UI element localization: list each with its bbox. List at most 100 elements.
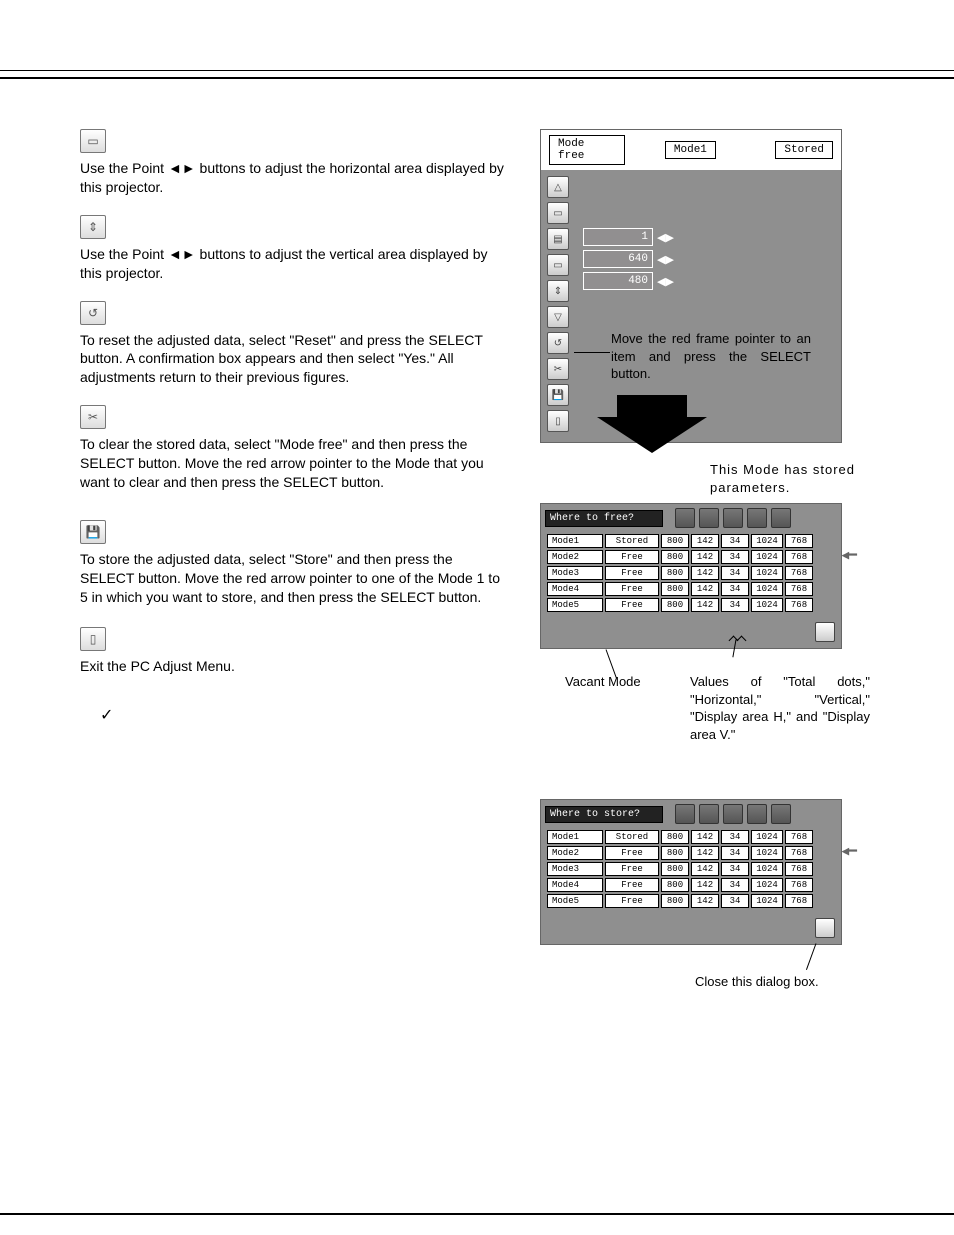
display-area-h-text: Use the Point ◄► buttons to adjust the h… <box>80 159 510 197</box>
panel-instruction-text: Move the red frame pointer to an item an… <box>611 330 811 383</box>
tab-mode-free[interactable]: Mode free <box>549 135 625 165</box>
mode-value: 1024 <box>751 830 783 844</box>
mode-value: 142 <box>691 878 719 892</box>
mode-value: 800 <box>661 582 689 596</box>
mode-name: Mode1 <box>547 830 603 844</box>
modes-table-store: Mode1Stored800142341024768Mode2Free80014… <box>545 828 815 910</box>
col-icon-s4 <box>747 804 767 824</box>
store-section: 💾 To store the adjusted data, select "St… <box>80 520 510 607</box>
vertical-icon[interactable]: ⇕ <box>547 280 569 302</box>
table-row[interactable]: Mode5Free800142341024768 <box>547 598 813 612</box>
right-column: Mode free Mode1 Stored △ ▭ ▤ ▭ ⇕ ▽ ↺ <box>540 129 910 1005</box>
mode-value: 800 <box>661 894 689 908</box>
col-icon-s1 <box>675 804 695 824</box>
mode-free-menu-icon[interactable]: ✂ <box>547 358 569 380</box>
mode-value: 800 <box>661 598 689 612</box>
mode-value: 1024 <box>751 566 783 580</box>
close-icon-store[interactable] <box>815 918 835 938</box>
mode-name: Mode4 <box>547 582 603 596</box>
left-column: ▭ Use the Point ◄► buttons to adjust the… <box>80 129 540 725</box>
mode-status: Free <box>605 598 659 612</box>
mode-value: 800 <box>661 830 689 844</box>
h-area-icon[interactable]: ▭ <box>547 202 569 224</box>
mode-value: 34 <box>721 830 749 844</box>
value-box-3: 480 <box>583 272 653 290</box>
where-to-store-title: Where to store? <box>545 806 663 823</box>
where-to-free-title: Where to free? <box>545 510 663 527</box>
mode-value: 768 <box>785 582 813 596</box>
adjust-arrows-2[interactable]: ◀▶ <box>657 253 674 266</box>
mode-status: Free <box>605 894 659 908</box>
arrow-down-icon[interactable]: ▽ <box>547 306 569 328</box>
mode-status: Free <box>605 582 659 596</box>
mode-free-icon: ✂ <box>80 405 106 429</box>
table-row[interactable]: Mode2Free800142341024768 <box>547 846 813 860</box>
col-icon-5 <box>771 508 791 528</box>
mode-value: 34 <box>721 862 749 876</box>
mode-status: Free <box>605 550 659 564</box>
mode-value: 34 <box>721 534 749 548</box>
arrow-up-icon[interactable]: △ <box>547 176 569 198</box>
mode-value: 800 <box>661 566 689 580</box>
table-row[interactable]: Mode3Free800142341024768 <box>547 862 813 876</box>
table-row[interactable]: Mode1Stored800142341024768 <box>547 534 813 548</box>
mode-value: 768 <box>785 598 813 612</box>
store-icon: 💾 <box>80 520 106 544</box>
quit-text: Exit the PC Adjust Menu. <box>80 657 510 676</box>
table-row[interactable]: Mode4Free800142341024768 <box>547 582 813 596</box>
col-icon-2 <box>699 508 719 528</box>
total-dots-icon[interactable]: ▤ <box>547 228 569 250</box>
adjust-arrows-1[interactable]: ◀▶ <box>657 231 674 244</box>
reset-menu-icon[interactable]: ↺ <box>547 332 569 354</box>
table-row[interactable]: Mode4Free800142341024768 <box>547 878 813 892</box>
mode-value: 1024 <box>751 846 783 860</box>
mode-value: 142 <box>691 830 719 844</box>
mode-value: 142 <box>691 862 719 876</box>
note-stored-parameters: This Mode has stored parameters. <box>710 461 860 496</box>
table-row[interactable]: Mode5Free800142341024768 <box>547 894 813 908</box>
checkmark-note: ✓ <box>80 705 510 725</box>
red-pointer-arrow-store: ◀━ <box>841 844 857 859</box>
close-icon[interactable] <box>815 622 835 642</box>
table-row[interactable]: Mode1Stored800142341024768 <box>547 830 813 844</box>
mode-name: Mode5 <box>547 598 603 612</box>
mode-name: Mode2 <box>547 846 603 860</box>
mode-value: 800 <box>661 862 689 876</box>
horizontal-icon[interactable]: ▭ <box>547 254 569 276</box>
value-row-3: 480 ◀▶ <box>583 272 674 290</box>
mode-value: 768 <box>785 550 813 564</box>
close-dialog-label: Close this dialog box. <box>695 973 819 991</box>
quit-menu-icon[interactable]: ▯ <box>547 410 569 432</box>
tab-mode1[interactable]: Mode1 <box>665 141 716 159</box>
mode-value: 34 <box>721 566 749 580</box>
display-area-h-section: ▭ Use the Point ◄► buttons to adjust the… <box>80 129 510 197</box>
tab-stored[interactable]: Stored <box>775 141 833 159</box>
mode-value: 34 <box>721 894 749 908</box>
where-to-store-panel: Where to store? Mode1Stored8001423410247… <box>540 799 842 945</box>
mode-value: 142 <box>691 846 719 860</box>
quit-section: ▯ Exit the PC Adjust Menu. <box>80 627 510 676</box>
col-icon-s5 <box>771 804 791 824</box>
table-row[interactable]: Mode2Free800142341024768 <box>547 550 813 564</box>
pc-adjust-menu-panel: Mode free Mode1 Stored △ ▭ ▤ ▭ ⇕ ▽ ↺ <box>540 129 842 443</box>
display-area-h-icon: ▭ <box>80 129 106 153</box>
display-area-v-section: ⇕ Use the Point ◄► buttons to adjust the… <box>80 215 510 283</box>
mode-value: 1024 <box>751 550 783 564</box>
store-menu-icon[interactable]: 💾 <box>547 384 569 406</box>
modes-table-free: Mode1Stored800142341024768Mode2Free80014… <box>545 532 815 614</box>
table-row[interactable]: Mode3Free800142341024768 <box>547 566 813 580</box>
mode-value: 1024 <box>751 582 783 596</box>
adjust-arrows-3[interactable]: ◀▶ <box>657 275 674 288</box>
quit-icon: ▯ <box>80 627 106 651</box>
mode-value: 768 <box>785 878 813 892</box>
mode-value: 142 <box>691 582 719 596</box>
mode-value: 768 <box>785 894 813 908</box>
mode-status: Stored <box>605 534 659 548</box>
mode-name: Mode1 <box>547 534 603 548</box>
reset-section: ↺ To reset the adjusted data, select "Re… <box>80 301 510 388</box>
mode-status: Free <box>605 566 659 580</box>
mode-name: Mode5 <box>547 894 603 908</box>
values-description-label: Values of "Total dots," "Horizontal," "V… <box>690 673 870 743</box>
where-to-free-panel: Where to free? Mode1Stored80014234102476… <box>540 503 842 649</box>
vacant-mode-label: Vacant Mode <box>565 673 641 691</box>
